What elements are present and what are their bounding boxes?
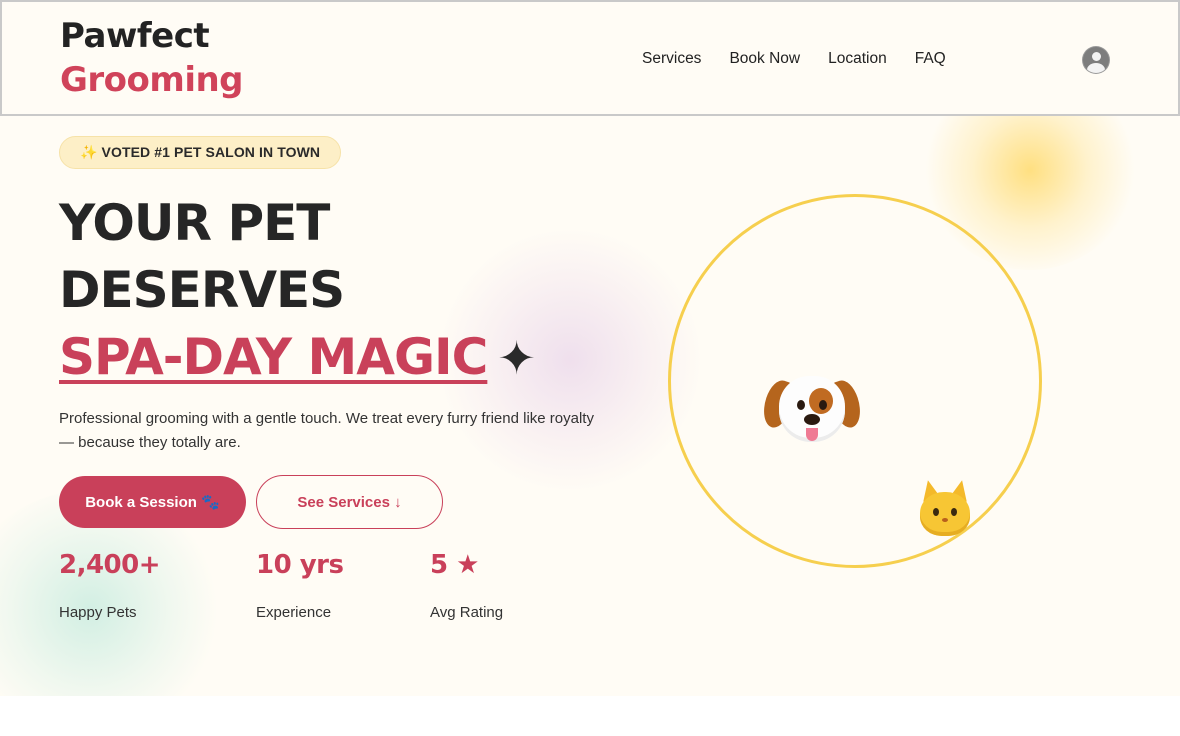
award-badge-label: ✨ VOTED #1 PET SALON IN TOWN xyxy=(80,144,321,160)
see-services-button[interactable]: See Services ↓ xyxy=(256,475,443,529)
avatar-body-shape xyxy=(1087,62,1105,73)
nav-link-faq[interactable]: FAQ xyxy=(915,50,946,68)
user-avatar-icon[interactable] xyxy=(1083,47,1109,73)
nav-link-services[interactable]: Services xyxy=(642,50,701,68)
headline-line-3: SPA-DAY MAGIC ✦ xyxy=(59,324,536,392)
stat-label: Happy Pets xyxy=(59,604,137,621)
stat-label: Avg Rating xyxy=(430,604,504,621)
dog-eye-left xyxy=(797,400,805,410)
dog-eye-right xyxy=(819,400,827,410)
stat-value: 5 ★ xyxy=(430,550,479,580)
stat-value: 2,400+ xyxy=(59,550,161,580)
headline-line-2: DESERVES xyxy=(59,261,345,319)
stat-happy-pets: 2,400+ Happy Pets xyxy=(59,546,161,621)
main-nav: Services Book Now Location FAQ xyxy=(642,50,946,68)
hero-subtext: Professional grooming with a gentle touc… xyxy=(59,410,594,451)
nav-link-book-now[interactable]: Book Now xyxy=(729,50,800,68)
hero-headline: YOUR PET DESERVES SPA-DAY MAGIC ✦ xyxy=(59,190,536,392)
avatar-head-shape xyxy=(1091,52,1101,61)
award-badge: ✨ VOTED #1 PET SALON IN TOWN xyxy=(59,136,342,169)
cat-eye-right xyxy=(951,508,957,516)
headline-line-1: YOUR PET xyxy=(59,194,330,252)
cat-head xyxy=(920,492,970,536)
stat-avg-rating: 5 ★ Avg Rating xyxy=(430,546,503,621)
stat-experience: 10 yrs Experience xyxy=(256,546,344,621)
stat-label: Experience xyxy=(256,604,332,621)
brand-name-line2: Grooming xyxy=(60,60,244,100)
headline-accent-text: SPA-DAY MAGIC xyxy=(59,328,488,386)
brand-name-line1: Pawfect xyxy=(60,16,210,56)
cat-eye-left xyxy=(933,508,939,516)
page-bottom-band xyxy=(0,696,1180,736)
brand-logo[interactable]: Pawfect Grooming xyxy=(60,14,244,102)
stat-value: 10 yrs xyxy=(256,550,344,580)
dog-nose xyxy=(804,414,820,425)
book-session-button[interactable]: Book a Session 🐾 xyxy=(59,476,246,528)
cat-nose xyxy=(942,518,948,522)
nav-link-location[interactable]: Location xyxy=(828,50,887,68)
sparkle-icon: ✦ xyxy=(497,331,536,385)
cat-face-icon xyxy=(918,478,972,538)
dog-tongue xyxy=(806,428,818,441)
site-header: Pawfect Grooming Services Book Now Locat… xyxy=(0,0,1180,116)
dog-face-icon xyxy=(758,370,866,454)
